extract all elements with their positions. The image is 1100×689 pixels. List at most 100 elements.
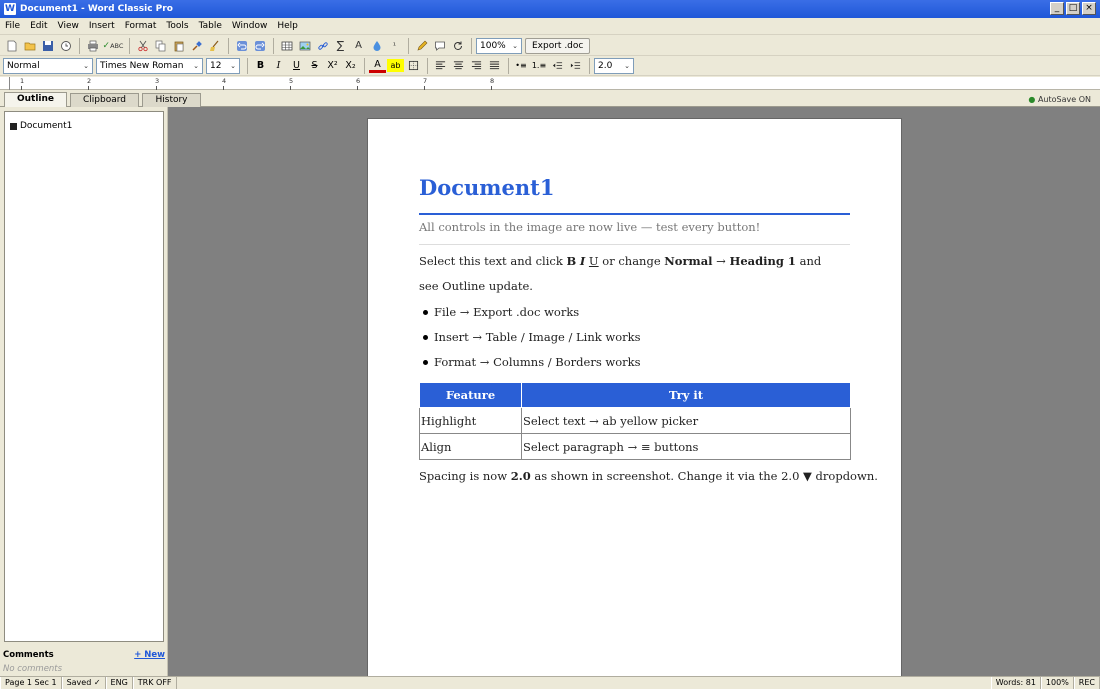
menu-help[interactable]: Help [272,21,303,31]
bullet-dot-icon [423,360,428,365]
superscript-button[interactable]: X² [324,57,341,74]
highlight-button[interactable]: ab [387,59,404,72]
refresh-icon[interactable] [449,37,466,54]
align-right-icon[interactable] [468,57,485,74]
export-doc-button[interactable]: Export .doc [525,37,591,54]
table-cell[interactable]: Highlight [419,407,522,434]
close-button[interactable]: × [1082,2,1096,15]
toolbar-separator [228,37,229,54]
bullet-list: File → Export .doc works Insert → Table … [423,300,641,375]
list-item[interactable]: Insert → Table / Image / Link works [423,325,641,350]
status-record[interactable]: REC [1073,677,1100,689]
save-icon[interactable] [39,37,56,54]
numbered-list-button[interactable]: 1.≡ [530,57,548,74]
tab-clipboard[interactable]: Clipboard [70,93,139,107]
undo-icon[interactable] [233,37,250,54]
menu-format[interactable]: Format [120,21,162,31]
bold-button[interactable]: B [252,57,269,74]
para-text: or change [598,254,665,268]
underline-button[interactable]: U [288,57,305,74]
footnote-icon[interactable]: ¹ [386,37,403,54]
menu-view[interactable]: View [53,21,84,31]
justify-icon[interactable] [486,57,503,74]
open-folder-icon[interactable] [21,37,38,54]
menu-file[interactable]: File [0,21,25,31]
insert-table-icon[interactable] [278,37,295,54]
spellcheck-label: ABC [110,41,124,50]
cut-scissors-icon[interactable] [134,37,151,54]
document-subtitle[interactable]: All controls in the image are now live —… [419,220,760,234]
menu-tools[interactable]: Tools [161,21,193,31]
align-center-icon[interactable] [450,57,467,74]
status-language[interactable]: ENG [105,677,133,689]
font-select[interactable]: Times New Roman ⌄ [96,57,203,74]
toolbar-separator [129,37,130,54]
ruler-margin-marker[interactable] [9,77,10,90]
insert-link-icon[interactable] [314,37,331,54]
table-header[interactable]: Feature [419,382,522,408]
decrease-indent-icon[interactable] [549,57,566,74]
font-color-button[interactable]: A [369,58,386,73]
paste-icon[interactable] [170,37,187,54]
insert-image-icon[interactable] [296,37,313,54]
list-item[interactable]: Format → Columns / Borders works [423,350,641,375]
copy-icon[interactable] [152,37,169,54]
align-left-icon[interactable] [432,57,449,74]
eraser-broom-icon[interactable] [206,37,223,54]
word-app-icon: W [4,3,16,15]
document-table[interactable]: Feature Try it Highlight Select text → a… [419,382,851,460]
format-painter-brush-icon[interactable] [188,37,205,54]
tab-history[interactable]: History [142,93,201,107]
bullet-list-button[interactable]: •≡ [513,57,529,74]
table-cell[interactable]: Select text → ab yellow picker [521,407,851,434]
line-spacing-select[interactable]: 2.0 ⌄ [594,57,634,74]
table-row: Highlight Select text → ab yellow picker [419,407,851,434]
new-comment-link[interactable]: + New [134,650,165,660]
ruler[interactable]: 1 2 3 4 5 6 7 8 [0,77,1100,90]
table-cell[interactable]: Align [419,433,522,460]
zoom-select[interactable]: 100% ⌄ [476,37,522,54]
font-size-select[interactable]: 12 ⌄ [206,57,240,74]
chevron-down-icon: ⌄ [230,61,236,70]
menu-window[interactable]: Window [227,21,273,31]
document-page[interactable]: Document1 All controls in the image are … [367,118,902,676]
tab-outline[interactable]: Outline [4,92,67,108]
status-track-changes[interactable]: TRK OFF [132,677,177,689]
track-changes-pencil-icon[interactable] [413,37,430,54]
status-bar: Page 1 Sec 1 Saved ✓ ENG TRK OFF Words: … [0,676,1100,689]
redo-icon[interactable] [251,37,268,54]
new-document-icon[interactable] [3,37,20,54]
drop-cap-drop-icon[interactable] [368,37,385,54]
menu-insert[interactable]: Insert [84,21,120,31]
font-a-icon[interactable]: A [350,37,367,54]
maximize-button[interactable]: □ [1066,2,1080,15]
document-title[interactable]: Document1 [419,175,554,200]
para-text: Select this text and click [419,254,567,268]
spellcheck-icon[interactable]: ✓ ABC [102,37,124,54]
sum-icon[interactable]: ∑ [332,37,349,54]
increase-indent-icon[interactable] [567,57,584,74]
toolbar-separator [427,57,428,74]
body-paragraph[interactable]: Select this text and click B I U or chan… [419,249,839,299]
spacing-paragraph[interactable]: Spacing is now 2.0 as shown in screensho… [419,469,878,483]
table-cell[interactable]: Select paragraph → ≡ buttons [521,433,851,460]
outline-item[interactable]: Document1 [10,121,72,131]
minimize-button[interactable]: _ [1050,2,1064,15]
menu-edit[interactable]: Edit [25,21,52,31]
strikethrough-button[interactable]: S [306,57,323,74]
menu-table[interactable]: Table [194,21,227,31]
italic-button[interactable]: I [270,57,287,74]
table-header[interactable]: Try it [521,382,851,408]
style-select[interactable]: Normal ⌄ [3,57,93,74]
print-icon[interactable] [84,37,101,54]
status-zoom[interactable]: 100% [1040,677,1074,689]
subscript-button[interactable]: X₂ [342,57,359,74]
borders-icon[interactable] [405,57,422,74]
menu-bar: File Edit View Insert Format Tools Table… [0,18,1100,35]
comment-bubble-icon[interactable] [431,37,448,54]
history-clock-icon[interactable] [57,37,74,54]
list-item[interactable]: File → Export .doc works [423,300,641,325]
outline-item-label: Document1 [20,121,73,131]
toolbar-separator [364,57,365,74]
ruler-number: 5 [289,77,294,85]
